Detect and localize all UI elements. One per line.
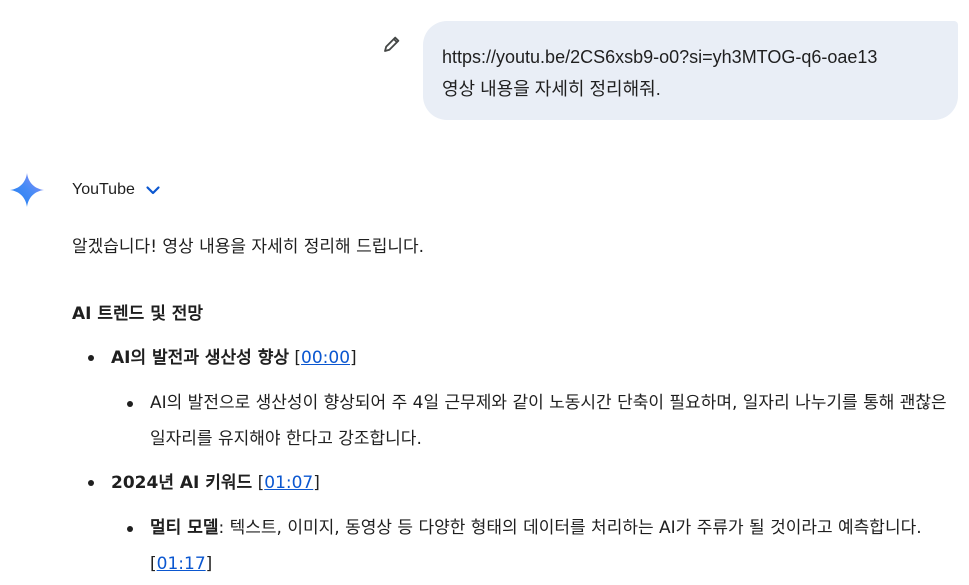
section-heading: AI 트렌드 및 전망 (72, 304, 204, 324)
source-label: YouTube (72, 181, 135, 198)
bracket-close: ] (350, 348, 357, 368)
sub-list-bullet (127, 401, 133, 407)
bracket-open: [ (150, 554, 157, 574)
sub-item-title: 멀티 모델 (150, 518, 219, 538)
timestamp-link[interactable]: 01:17 (157, 554, 206, 574)
sub-item-text: AI의 발전으로 생산성이 향상되어 주 4일 근무제와 같이 노동시간 단축이… (150, 393, 947, 449)
user-message-bubble: https://youtu.be/2CS6xsb9-o0?si=yh3MTOG-… (423, 21, 958, 120)
list-item-title: 2024년 AI 키워드 [01:07] (111, 465, 320, 501)
sub-item-text: : 텍스트, 이미지, 동영상 등 다양한 형태의 데이터를 처리하는 AI가 … (218, 518, 922, 538)
bracket-close: ] (313, 473, 320, 493)
user-message-text: 영상 내용을 자세히 정리해줘. (442, 79, 661, 99)
item-title: 2024년 AI 키워드 (111, 473, 253, 493)
user-message-url: https://youtu.be/2CS6xsb9-o0?si=yh3MTOG-… (442, 47, 878, 67)
edit-prompt-icon[interactable] (382, 34, 402, 54)
timestamp-link[interactable]: 00:00 (301, 348, 350, 368)
sub-list-bullet (127, 526, 133, 532)
item-title: AI의 발전과 생산성 향상 (111, 348, 289, 368)
bracket-close: ] (205, 554, 213, 574)
source-selector[interactable]: YouTube (72, 178, 161, 202)
sub-list-item: 멀티 모델: 텍스트, 이미지, 동영상 등 다양한 형태의 데이터를 처리하는… (150, 510, 962, 582)
response-intro: 알겠습니다! 영상 내용을 자세히 정리해 드립니다. (72, 237, 425, 257)
gemini-spark-icon (9, 172, 45, 208)
list-item-title: AI의 발전과 생산성 향상 [00:00] (111, 340, 357, 376)
list-bullet (88, 480, 94, 486)
chevron-down-icon[interactable] (145, 182, 161, 198)
sub-list-item: AI의 발전으로 생산성이 향상되어 주 4일 근무제와 같이 노동시간 단축이… (150, 385, 962, 457)
timestamp-link[interactable]: 01:07 (264, 473, 313, 493)
list-bullet (88, 355, 94, 361)
